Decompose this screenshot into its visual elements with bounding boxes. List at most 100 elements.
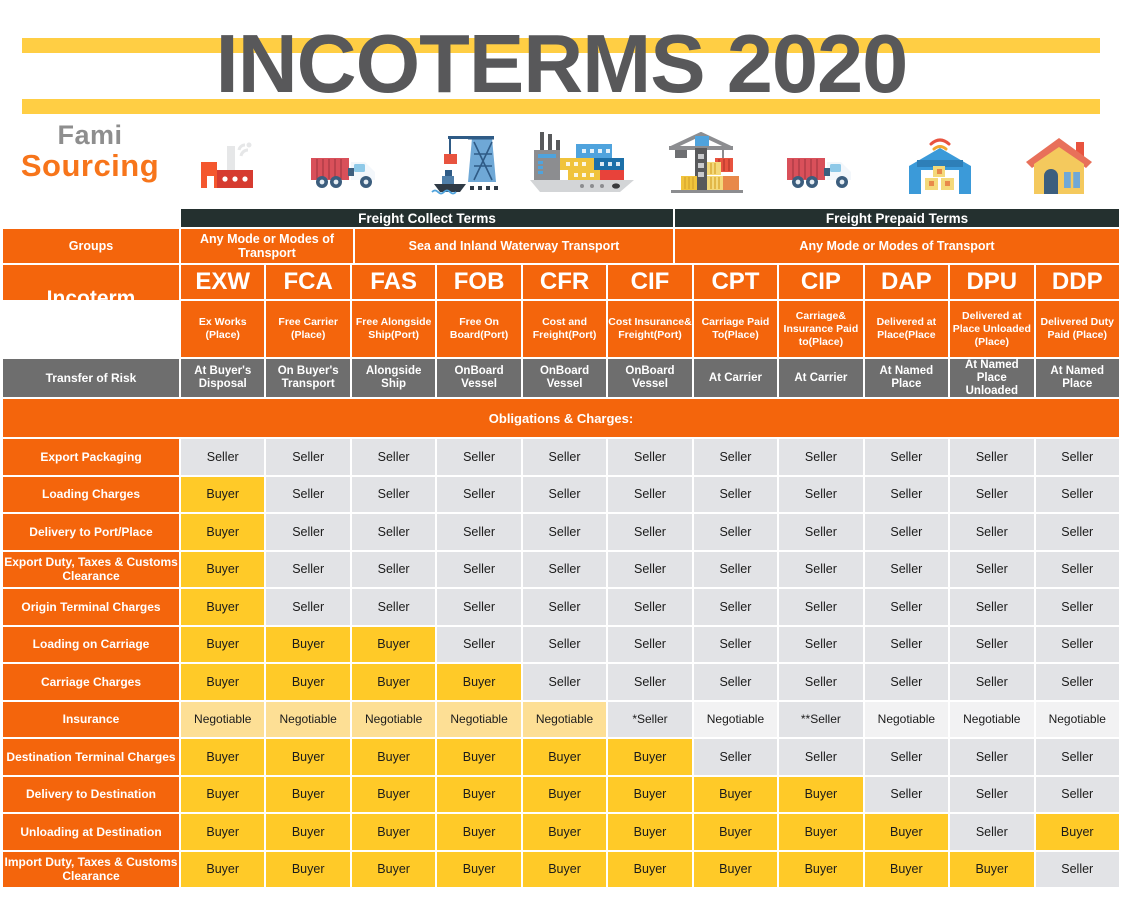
cell-loading-on-carriage-ddp: Seller xyxy=(1034,625,1120,663)
cell-loading-charges-fca: Seller xyxy=(265,475,351,513)
risk-ddp: At Named Place xyxy=(1034,358,1120,398)
cell-origin-terminal-charges-cpt: Seller xyxy=(692,588,779,626)
cell-loading-on-carriage-cfr: Seller xyxy=(521,625,608,663)
cell-carriage-charges-cpt: Seller xyxy=(692,663,779,701)
cell-carriage-charges-dpu: Seller xyxy=(949,663,1035,701)
cell-loading-charges-ddp: Seller xyxy=(1034,475,1120,513)
cell-export-packaging-fas: Seller xyxy=(350,438,437,476)
term-desc-dpu: Delivered at Place Unloaded (Place) xyxy=(949,300,1035,358)
cell-destination-terminal-charges-cip: Seller xyxy=(778,738,864,776)
cell-unloading-at-destination-cif: Buyer xyxy=(607,813,693,851)
cell-origin-terminal-charges-fas: Seller xyxy=(350,588,437,626)
container-ship-icon xyxy=(524,120,644,198)
cell-loading-on-carriage-fob: Seller xyxy=(436,625,522,663)
mode-group-3: Any Mode or Modes of Transport xyxy=(674,228,1120,264)
cell-loading-charges-fas: Seller xyxy=(350,475,437,513)
row-label-unloading-at-destination: Unloading at Destination xyxy=(2,813,180,851)
cell-export-packaging-cif: Seller xyxy=(607,438,693,476)
band-freight-prepaid: Freight Prepaid Terms xyxy=(674,208,1120,228)
cell-export-duty-taxes-customs-clearance-dpu: Seller xyxy=(949,550,1035,588)
incoterms-infographic: INCOTERMS 2020 Fami Sourcing Freight Col… xyxy=(0,0,1123,900)
cell-import-duty-taxes-customs-clearance-cfr: Buyer xyxy=(521,850,608,888)
cell-delivery-to-destination-fob: Buyer xyxy=(436,775,522,813)
cell-delivery-to-destination-ddp: Seller xyxy=(1034,775,1120,813)
table-row: Delivery to Destination Buyer Buyer Buyer Bu… xyxy=(2,775,1120,813)
title-block: INCOTERMS 2020 xyxy=(0,0,1123,120)
cell-destination-terminal-charges-dpu: Seller xyxy=(949,738,1035,776)
brand-icon-strip: Fami Sourcing xyxy=(0,120,1123,208)
cell-export-duty-taxes-customs-clearance-cif: Seller xyxy=(607,550,693,588)
cell-carriage-charges-fca: Buyer xyxy=(265,663,351,701)
cell-loading-on-carriage-fas: Buyer xyxy=(350,625,437,663)
term-desc-ddp: Delivered Duty Paid (Place) xyxy=(1034,300,1120,358)
term-desc-cfr: Cost and Freight(Port) xyxy=(521,300,608,358)
risk-exw: At Buyer's Disposal xyxy=(180,358,266,398)
groups-label: Groups xyxy=(2,228,180,264)
cell-insurance-dap: Negotiable xyxy=(863,700,950,738)
factory-icon xyxy=(168,120,287,198)
cell-origin-terminal-charges-dpu: Seller xyxy=(949,588,1035,626)
cell-destination-terminal-charges-fca: Buyer xyxy=(265,738,351,776)
cell-loading-charges-fob: Seller xyxy=(436,475,522,513)
cell-import-duty-taxes-customs-clearance-fob: Buyer xyxy=(436,850,522,888)
house-icon xyxy=(999,120,1118,198)
term-desc-fca: Free Carrier (Place) xyxy=(265,300,351,358)
cell-import-duty-taxes-customs-clearance-cif: Buyer xyxy=(607,850,693,888)
cell-delivery-to-destination-dap: Seller xyxy=(863,775,950,813)
cell-delivery-to-port-place-cif: Seller xyxy=(607,513,693,551)
cell-carriage-charges-ddp: Seller xyxy=(1034,663,1120,701)
cell-import-duty-taxes-customs-clearance-dap: Buyer xyxy=(863,850,950,888)
row-label-delivery-to-destination: Delivery to Destination xyxy=(2,775,180,813)
cell-insurance-cif: *Seller xyxy=(607,700,693,738)
cell-carriage-charges-dap: Seller xyxy=(863,663,950,701)
logo-line-1: Fami xyxy=(57,120,123,150)
term-code-fas: FAS xyxy=(350,264,437,300)
cell-unloading-at-destination-cip: Buyer xyxy=(778,813,864,851)
cell-destination-terminal-charges-dap: Seller xyxy=(863,738,950,776)
term-code-row: Incoterm 2020 EXW FCA FAS FOB CFR CIF CP… xyxy=(2,264,1120,358)
risk-dap: At Named Place xyxy=(863,358,950,398)
cell-insurance-fas: Negotiable xyxy=(350,700,437,738)
term-code-cpt: CPT xyxy=(692,264,779,300)
cell-delivery-to-destination-cfr: Buyer xyxy=(521,775,608,813)
cell-origin-terminal-charges-exw: Buyer xyxy=(180,588,266,626)
table-row: Destination Terminal Charges Buyer Buyer Bu… xyxy=(2,738,1120,776)
cell-export-duty-taxes-customs-clearance-ddp: Seller xyxy=(1034,550,1120,588)
term-code-ddp: DDP xyxy=(1034,264,1120,300)
cell-origin-terminal-charges-dap: Seller xyxy=(863,588,950,626)
cell-delivery-to-port-place-cpt: Seller xyxy=(692,513,779,551)
cell-origin-terminal-charges-ddp: Seller xyxy=(1034,588,1120,626)
cell-delivery-to-port-place-exw: Buyer xyxy=(180,513,266,551)
obligations-banner-row: Obligations & Charges: xyxy=(2,398,1120,438)
term-code-cip: CIP xyxy=(778,264,864,300)
risk-cip: At Carrier xyxy=(778,358,864,398)
row-label-delivery-to-port-place: Delivery to Port/Place xyxy=(2,513,180,551)
cell-carriage-charges-exw: Buyer xyxy=(180,663,266,701)
cell-export-duty-taxes-customs-clearance-exw: Buyer xyxy=(180,550,266,588)
delivery-truck-icon xyxy=(762,120,881,198)
cell-loading-charges-dap: Seller xyxy=(863,475,950,513)
cell-export-duty-taxes-customs-clearance-cip: Seller xyxy=(778,550,864,588)
cell-export-duty-taxes-customs-clearance-dap: Seller xyxy=(863,550,950,588)
transfer-of-risk-row: Transfer of Risk At Buyer's Disposal On … xyxy=(2,358,1120,398)
groups-row: Groups Any Mode or Modes of Transport Se… xyxy=(2,228,1120,264)
risk-cfr: OnBoard Vessel xyxy=(521,358,608,398)
cell-export-packaging-dap: Seller xyxy=(863,438,950,476)
cell-destination-terminal-charges-ddp: Seller xyxy=(1034,738,1120,776)
cell-delivery-to-port-place-ddp: Seller xyxy=(1034,513,1120,551)
risk-fas: Alongside Ship xyxy=(350,358,437,398)
table-row: Insurance Negotiable Negotiable Negotiable N… xyxy=(2,700,1120,738)
transfer-of-risk-label: Transfer of Risk xyxy=(2,358,180,398)
incoterms-table: Freight Collect Terms Freight Prepaid Te… xyxy=(2,208,1120,888)
risk-fca: On Buyer's Transport xyxy=(265,358,351,398)
cell-unloading-at-destination-dap: Buyer xyxy=(863,813,950,851)
cell-carriage-charges-cfr: Seller xyxy=(521,663,608,701)
term-code-fob: FOB xyxy=(436,264,522,300)
cell-insurance-fca: Negotiable xyxy=(265,700,351,738)
term-code-fca: FCA xyxy=(265,264,351,300)
term-code-dap: DAP xyxy=(863,264,950,300)
cell-insurance-dpu: Negotiable xyxy=(949,700,1035,738)
cell-loading-on-carriage-dap: Seller xyxy=(863,625,950,663)
risk-dpu: At Named Place Unloaded xyxy=(949,358,1035,398)
cell-import-duty-taxes-customs-clearance-exw: Buyer xyxy=(180,850,266,888)
